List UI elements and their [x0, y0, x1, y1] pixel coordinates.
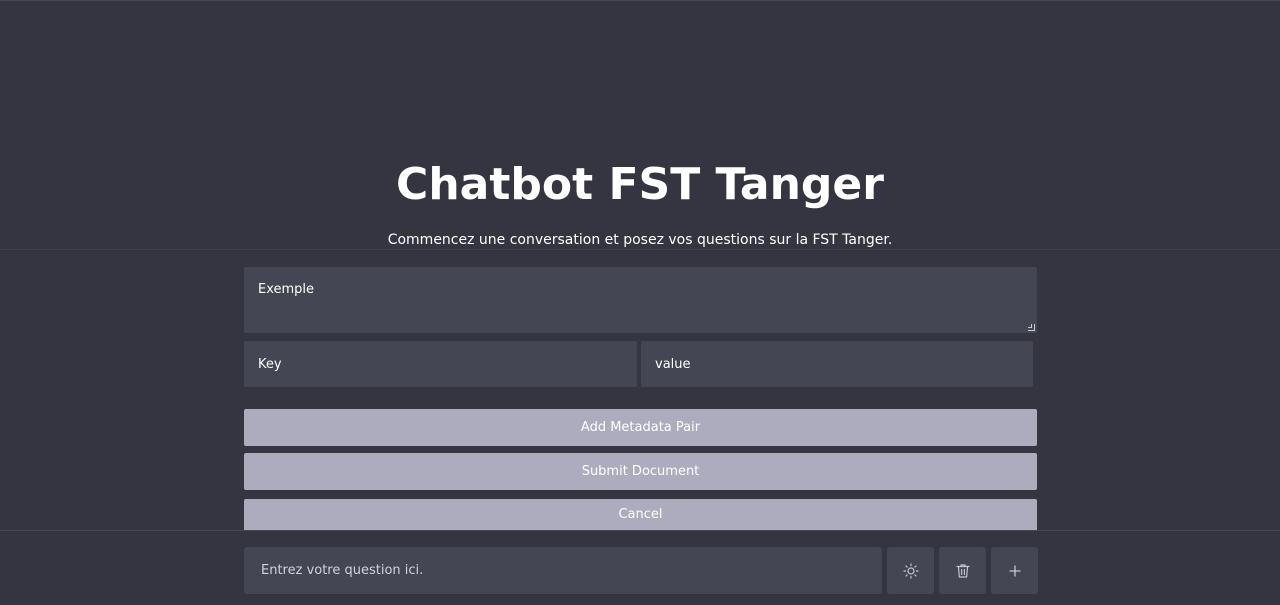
document-content-field[interactable]	[244, 267, 1037, 333]
trash-icon	[955, 563, 970, 579]
sun-icon	[902, 562, 919, 579]
metadata-value-input[interactable]	[641, 341, 1033, 387]
page-subtitle: Commencez une conversation et posez vos …	[387, 232, 893, 248]
cancel-button[interactable]: Cancel	[244, 499, 1037, 530]
chat-page: Chatbot FST Tanger Commencez une convers…	[0, 0, 1280, 605]
metadata-key-input[interactable]	[244, 341, 637, 387]
welcome-header: Chatbot FST Tanger Commencez une convers…	[0, 1, 1280, 249]
page-title: Chatbot FST Tanger	[396, 159, 884, 210]
question-input[interactable]	[244, 547, 882, 594]
resize-handle-icon[interactable]	[1028, 324, 1035, 331]
delete-chat-button[interactable]	[939, 547, 986, 594]
submit-document-button[interactable]: Submit Document	[244, 453, 1037, 490]
theme-toggle-button[interactable]	[887, 547, 934, 594]
chat-input-bar	[0, 530, 1280, 605]
metadata-pair-row	[244, 341, 1037, 387]
add-metadata-pair-button[interactable]: Add Metadata Pair	[244, 409, 1037, 446]
add-document-button[interactable]	[991, 547, 1038, 594]
plus-icon	[1008, 564, 1022, 578]
divider	[0, 249, 1280, 250]
